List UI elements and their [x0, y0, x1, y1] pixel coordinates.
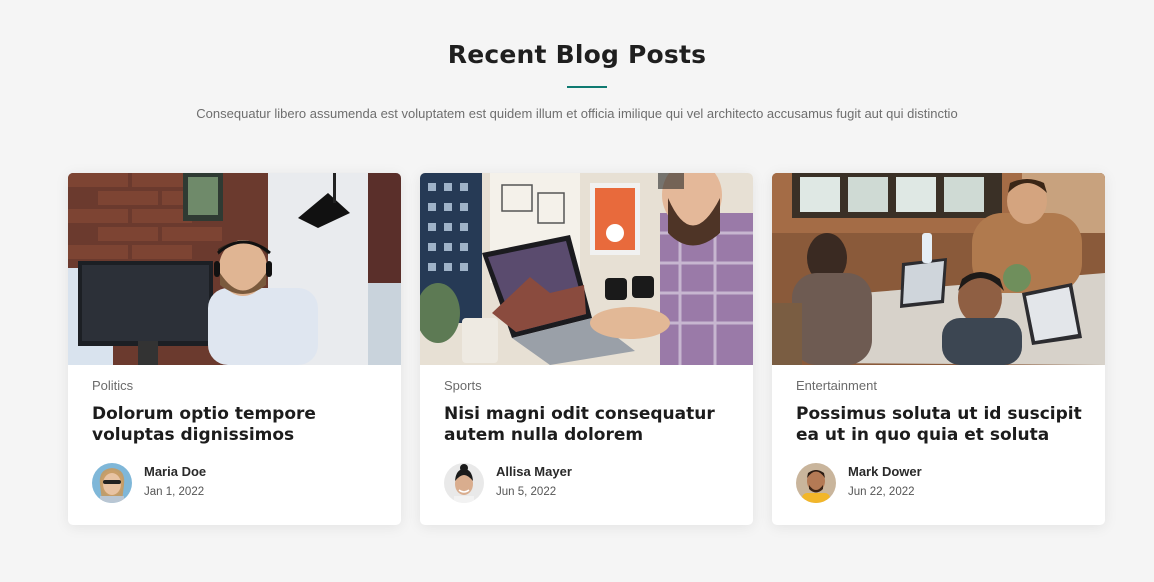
section-subtitle: Consequatur libero assumenda est volupta… [196, 106, 958, 121]
post-date: Jan 1, 2022 [144, 486, 205, 498]
author-avatar [92, 463, 132, 503]
post-category[interactable]: Sports [444, 378, 482, 393]
author-name: Allisa Mayer [496, 464, 572, 479]
section-title: Recent Blog Posts [447, 40, 707, 69]
author-name: Maria Doe [144, 464, 207, 479]
post-image[interactable] [420, 173, 753, 365]
blog-post-card[interactable]: Sports Nisi magni odit consequatur autem… [420, 173, 753, 525]
post-date: Jun 22, 2022 [848, 486, 915, 498]
blog-post-card[interactable]: Politics Dolorum optio tempore voluptas … [68, 173, 401, 525]
recent-blog-posts-section: Recent Blog Posts Consequatur libero ass… [0, 0, 1154, 582]
author-avatar [796, 463, 836, 503]
author-name: Mark Dower [848, 464, 922, 479]
blog-post-card[interactable]: Entertainment Possimus soluta ut id susc… [772, 173, 1105, 525]
post-date: Jun 5, 2022 [496, 486, 557, 498]
post-category[interactable]: Politics [92, 378, 133, 393]
post-image[interactable] [68, 173, 401, 365]
post-title[interactable]: Dolorum optio tempore voluptas dignissim… [92, 404, 382, 446]
post-image[interactable] [772, 173, 1105, 365]
post-title[interactable]: Possimus soluta ut id suscipit ea ut in … [796, 404, 1086, 446]
post-title[interactable]: Nisi magni odit consequatur autem nulla … [444, 404, 734, 446]
title-underline [567, 86, 607, 88]
author-avatar [444, 463, 484, 503]
post-category[interactable]: Entertainment [796, 378, 877, 393]
